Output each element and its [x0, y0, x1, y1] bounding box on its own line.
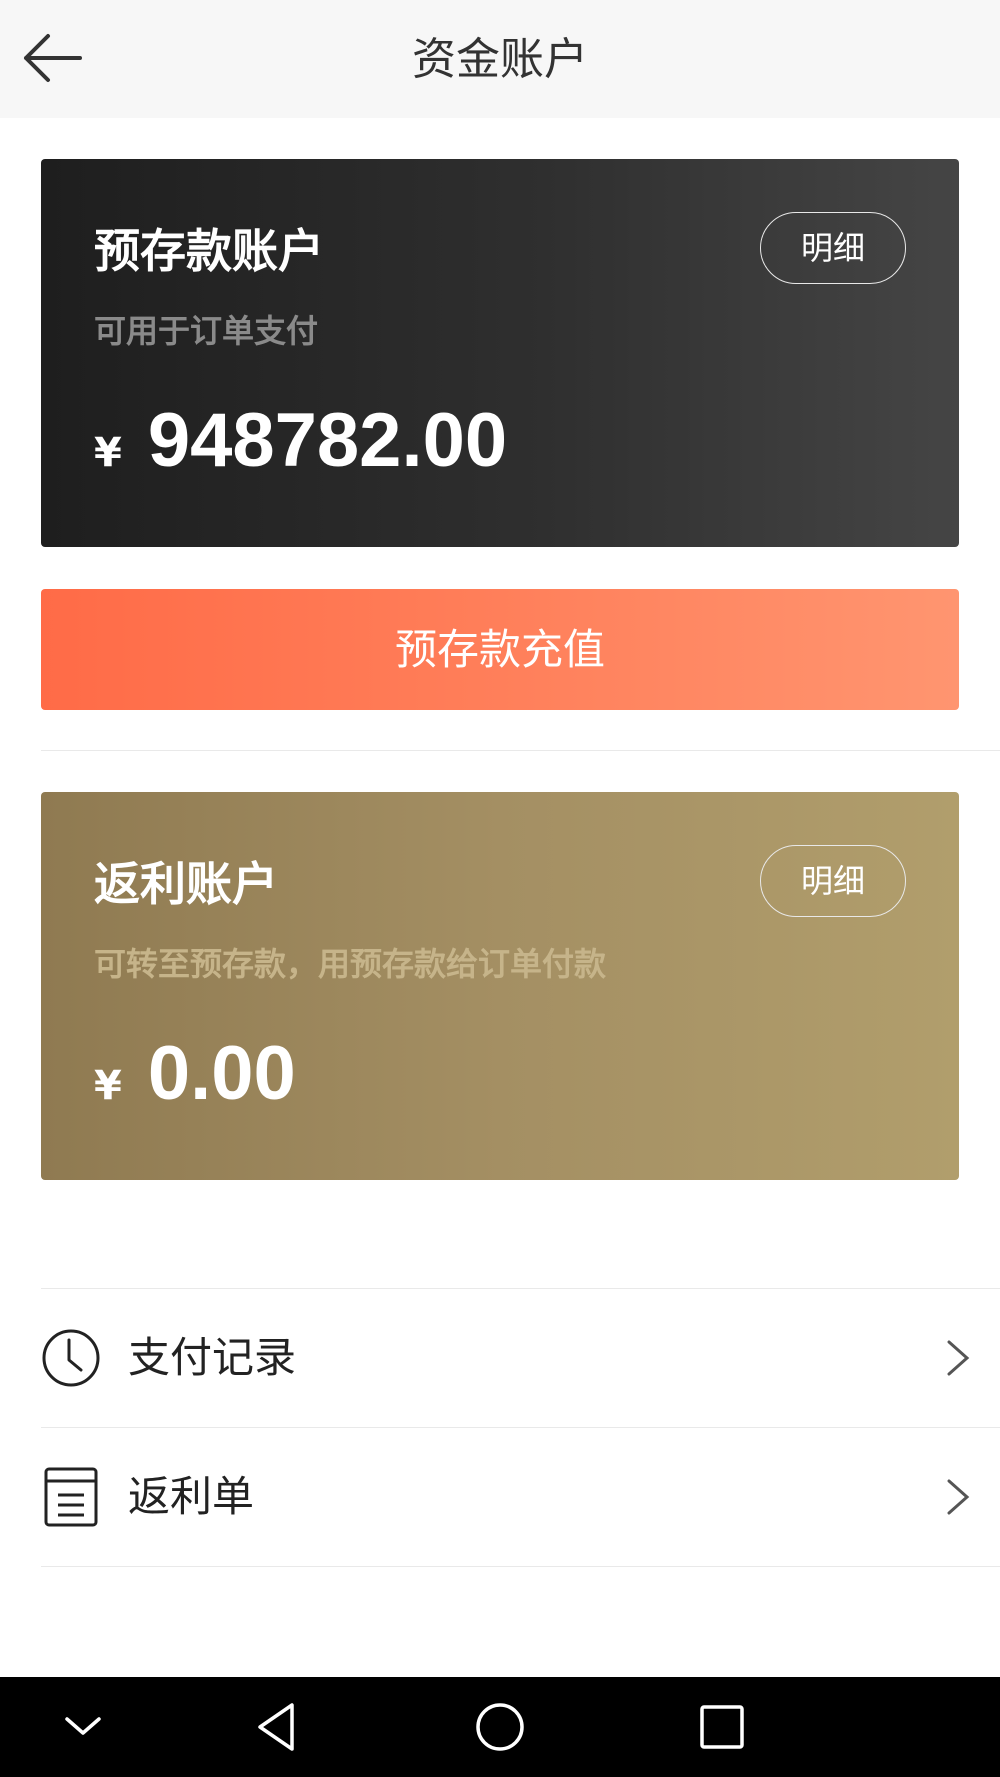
back-triangle-icon [258, 1703, 294, 1751]
rebate-balance-value: 0.00 [147, 1031, 296, 1116]
home-circle-icon [476, 1703, 524, 1751]
document-icon [44, 1467, 98, 1527]
menu-item-label: 返利单 [128, 1472, 255, 1521]
clock-icon [42, 1329, 100, 1387]
deposit-account-card: 预存款账户 明细 可用于订单支付 ¥948782.00 [41, 159, 959, 547]
rebate-detail-button[interactable]: 明细 [760, 845, 906, 917]
menu-item-payment-records[interactable]: 支付记录 [41, 1289, 1000, 1427]
system-navigation-bar [0, 1677, 1000, 1777]
recents-square-icon [700, 1705, 744, 1749]
deposit-detail-button[interactable]: 明细 [760, 212, 906, 284]
currency-symbol: ¥ [94, 1063, 122, 1109]
currency-symbol: ¥ [94, 430, 122, 476]
chevron-down-icon [65, 1717, 101, 1735]
divider [41, 1566, 1000, 1567]
deposit-balance: ¥948782.00 [94, 397, 507, 487]
deposit-balance-value: 948782.00 [147, 398, 508, 483]
hide-keyboard-button[interactable] [55, 1699, 111, 1755]
menu-item-label: 支付记录 [128, 1333, 297, 1382]
nav-back-button[interactable] [250, 1699, 306, 1755]
menu-item-rebate-orders[interactable]: 返利单 [41, 1428, 1000, 1566]
chevron-right-icon [947, 1340, 970, 1376]
rebate-balance: ¥0.00 [94, 1030, 296, 1120]
top-bar: 资金账户 [0, 0, 1000, 118]
page-title: 资金账户 [412, 34, 588, 85]
deposit-account-description: 可用于订单支付 [94, 312, 319, 350]
rebate-account-card: 返利账户 明细 可转至预存款，用预存款给订单付款 ¥0.00 [41, 792, 959, 1180]
divider [41, 750, 1000, 751]
nav-recents-button[interactable] [694, 1699, 750, 1755]
deposit-account-title: 预存款账户 [94, 224, 324, 278]
rebate-account-title: 返利账户 [94, 857, 278, 911]
chevron-right-icon [947, 1479, 970, 1515]
nav-home-button[interactable] [472, 1699, 528, 1755]
rebate-account-description: 可转至预存款，用预存款给订单付款 [94, 945, 607, 983]
recharge-button[interactable]: 预存款充值 [41, 589, 959, 710]
